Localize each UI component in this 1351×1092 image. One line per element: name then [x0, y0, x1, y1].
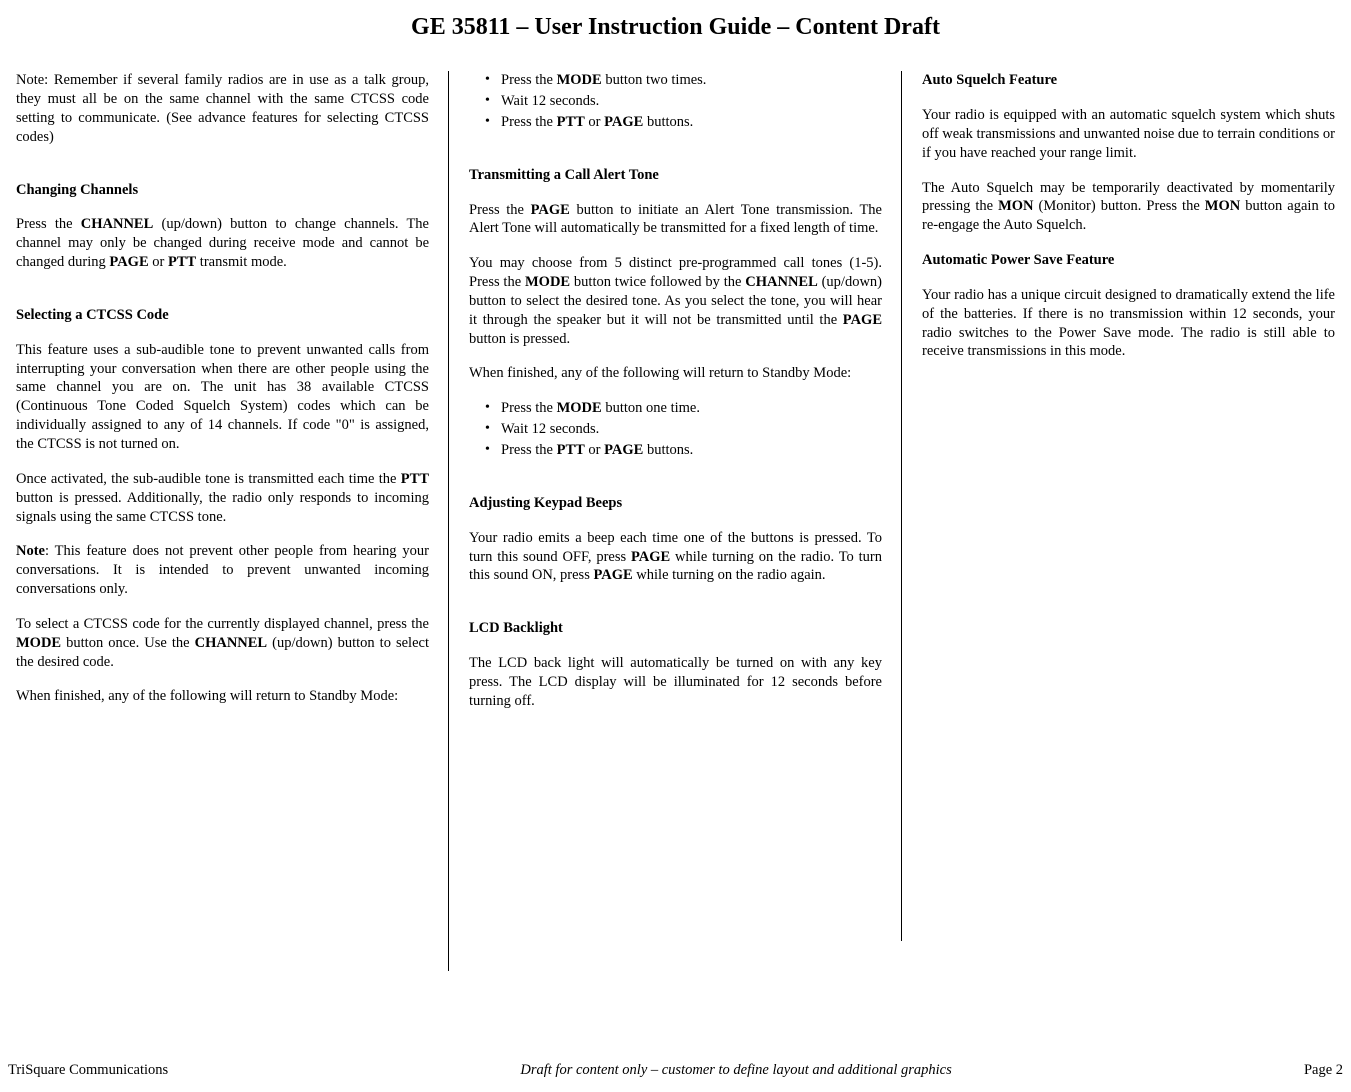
list-item: Press the MODE button one time. — [485, 399, 882, 418]
bold-mode: MODE — [16, 635, 61, 651]
bold-ptt: PTT — [401, 471, 429, 487]
heading-call-alert: Transmitting a Call Alert Tone — [469, 166, 882, 185]
ctcss-activated: Once activated, the sub-audible tone is … — [16, 470, 429, 527]
text: while turning on the radio again. — [633, 567, 826, 583]
footer-center: Draft for content only – customer to def… — [520, 1061, 951, 1080]
list-item: Wait 12 seconds. — [485, 92, 882, 111]
list-item: Press the PTT or PAGE buttons. — [485, 441, 882, 460]
alert-finish: When finished, any of the following will… — [469, 364, 882, 383]
text: (Monitor) button. Press the — [1034, 198, 1205, 214]
bold-mon: MON — [1205, 198, 1240, 214]
text: or — [585, 114, 604, 130]
text: To select a CTCSS code for the currently… — [16, 616, 429, 632]
list-item: Press the MODE button two times. — [485, 71, 882, 90]
text: Press the — [469, 202, 531, 218]
text: Press the — [501, 442, 557, 458]
bold-page: PAGE — [109, 254, 148, 270]
bold-mode: MODE — [557, 72, 602, 88]
page-footer: TriSquare Communications Draft for conte… — [8, 1061, 1343, 1080]
power-text: Your radio has a unique circuit designed… — [922, 286, 1335, 361]
lcd-text: The LCD back light will automatically be… — [469, 654, 882, 711]
text: button once. Use the — [61, 635, 194, 651]
text: Once activated, the sub-audible tone is … — [16, 471, 401, 487]
text: Press the — [501, 400, 557, 416]
ctcss-finish: When finished, any of the following will… — [16, 687, 429, 706]
footer-right: Page 2 — [1304, 1061, 1343, 1080]
heading-lcd-backlight: LCD Backlight — [469, 619, 882, 638]
heading-auto-squelch: Auto Squelch Feature — [922, 71, 1335, 90]
bold-page: PAGE — [604, 442, 643, 458]
text: buttons. — [643, 442, 693, 458]
content-columns: Note: Remember if several family radios … — [8, 71, 1343, 726]
column-3: Auto Squelch Feature Your radio is equip… — [922, 71, 1335, 726]
alert-p2: You may choose from 5 distinct pre-progr… — [469, 254, 882, 348]
bold-mon: MON — [998, 198, 1033, 214]
bold-note: Note — [16, 543, 45, 559]
text: or — [149, 254, 168, 270]
squelch-p2: The Auto Squelch may be temporarily deac… — [922, 179, 1335, 236]
bold-channel: CHANNEL — [195, 635, 268, 651]
list-item: Wait 12 seconds. — [485, 420, 882, 439]
text: button one time. — [602, 400, 700, 416]
note-paragraph: Note: Remember if several family radios … — [16, 71, 429, 146]
bold-page: PAGE — [631, 549, 670, 565]
text: transmit mode. — [196, 254, 287, 270]
text: button twice followed by the — [570, 274, 745, 290]
page-title: GE 35811 – User Instruction Guide – Cont… — [8, 12, 1343, 43]
text: or — [585, 442, 604, 458]
bold-mode: MODE — [525, 274, 570, 290]
changing-channels-text: Press the CHANNEL (up/down) button to ch… — [16, 215, 429, 272]
text: button two times. — [602, 72, 707, 88]
squelch-p1: Your radio is equipped with an automatic… — [922, 106, 1335, 163]
text: Press the — [501, 114, 557, 130]
standby-steps-2: Press the MODE button one time. Wait 12 … — [469, 399, 882, 460]
bold-channel: CHANNEL — [745, 274, 818, 290]
bold-ptt: PTT — [557, 114, 585, 130]
text: Press the — [16, 216, 81, 232]
bold-ptt: PTT — [168, 254, 196, 270]
bold-page: PAGE — [604, 114, 643, 130]
text: : This feature does not prevent other pe… — [16, 543, 429, 597]
text: Press the — [501, 72, 557, 88]
heading-selecting-ctcss: Selecting a CTCSS Code — [16, 306, 429, 325]
column-2: Press the MODE button two times. Wait 12… — [469, 71, 882, 726]
list-item: Press the PTT or PAGE buttons. — [485, 113, 882, 132]
heading-changing-channels: Changing Channels — [16, 181, 429, 200]
bold-page: PAGE — [531, 202, 570, 218]
heading-power-save: Automatic Power Save Feature — [922, 251, 1335, 270]
footer-left: TriSquare Communications — [8, 1061, 168, 1080]
bold-page: PAGE — [593, 567, 632, 583]
text: buttons. — [643, 114, 693, 130]
bold-channel: CHANNEL — [81, 216, 154, 232]
beeps-text: Your radio emits a beep each time one of… — [469, 529, 882, 586]
ctcss-note: Note: This feature does not prevent othe… — [16, 542, 429, 599]
bold-mode: MODE — [557, 400, 602, 416]
ctcss-select: To select a CTCSS code for the currently… — [16, 615, 429, 672]
heading-keypad-beeps: Adjusting Keypad Beeps — [469, 494, 882, 513]
ctcss-intro: This feature uses a sub-audible tone to … — [16, 341, 429, 454]
bold-page: PAGE — [843, 312, 882, 328]
standby-steps-1: Press the MODE button two times. Wait 12… — [469, 71, 882, 132]
text: button is pressed. — [469, 331, 570, 347]
text: button is pressed. Additionally, the rad… — [16, 490, 429, 525]
bold-ptt: PTT — [557, 442, 585, 458]
alert-p1: Press the PAGE button to initiate an Ale… — [469, 201, 882, 239]
column-1: Note: Remember if several family radios … — [16, 71, 429, 726]
